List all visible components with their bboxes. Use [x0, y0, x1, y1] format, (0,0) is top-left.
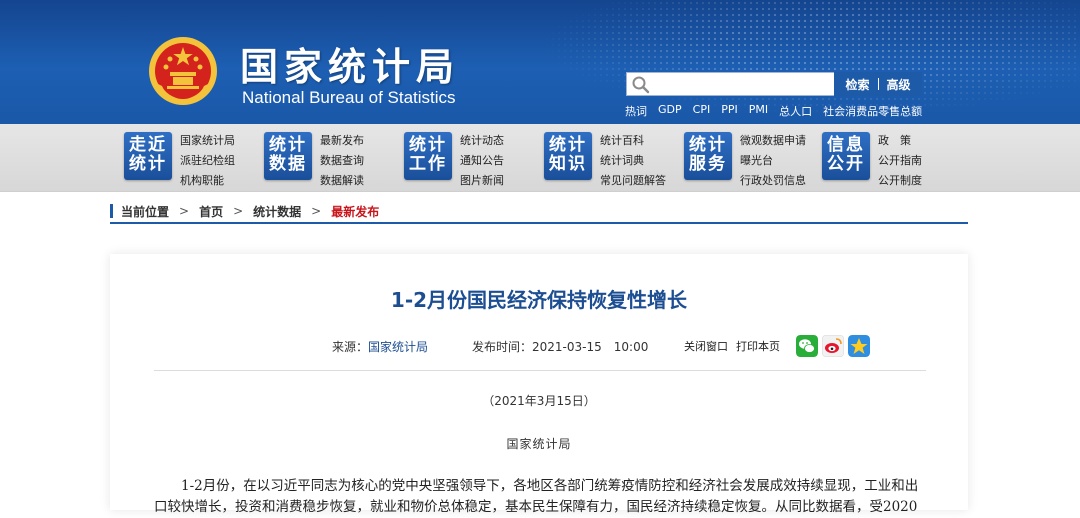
hot-words-label: 热词	[625, 105, 647, 118]
nav-links: 国家统计局 派驻纪检组 机构职能	[180, 131, 235, 191]
nav-link[interactable]: 派驻纪检组	[180, 151, 235, 171]
divider	[154, 370, 926, 371]
nav-badge-line: 工作	[409, 154, 447, 174]
nav-link[interactable]: 最新发布	[320, 131, 364, 151]
national-emblem-icon	[149, 37, 217, 105]
nav-link[interactable]: 行政处罚信息	[740, 171, 806, 191]
nav-badge-line: 知识	[549, 154, 587, 174]
main-nav: 走近 统计 国家统计局 派驻纪检组 机构职能 统计 数据 最新发布 数据查询 数…	[0, 124, 1080, 192]
hot-word-link[interactable]: 总人口	[779, 103, 812, 119]
nav-link[interactable]: 统计百科	[600, 131, 666, 151]
source-link[interactable]: 国家统计局	[368, 340, 428, 354]
search-input[interactable]	[655, 74, 829, 94]
nav-links: 微观数据申请 曝光台 行政处罚信息	[740, 131, 806, 191]
search-icon	[632, 76, 650, 94]
nav-link[interactable]: 公开制度	[878, 171, 922, 191]
site-title: 国家统计局	[240, 45, 461, 89]
nav-link[interactable]: 政 策	[878, 131, 922, 151]
wechat-icon[interactable]	[796, 335, 818, 357]
nav-badge-line: 统计	[409, 135, 447, 155]
nav-badge[interactable]: 统计 知识	[544, 132, 592, 180]
article-author: 国家统计局	[506, 437, 572, 451]
nav-badge[interactable]: 统计 数据	[264, 132, 312, 180]
hot-word-link[interactable]: PPI	[721, 103, 738, 119]
nav-badge-line: 统计	[129, 154, 167, 174]
nav-link[interactable]: 机构职能	[180, 171, 235, 191]
chevron-right-icon: >	[233, 204, 244, 218]
nav-badge-line: 数据	[269, 154, 307, 174]
publish-time: 2021-03-15 10:00	[532, 340, 649, 354]
nav-badge-line: 公开	[827, 154, 865, 174]
nav-badge[interactable]: 信息 公开	[822, 132, 870, 180]
advanced-search-button[interactable]: 高级	[887, 76, 911, 93]
nav-link[interactable]: 微观数据申请	[740, 131, 806, 151]
nav-badge-line: 统计	[549, 135, 587, 155]
source-label: 来源：	[332, 340, 369, 354]
site-title-en: National Bureau of Statistics	[242, 88, 456, 107]
search-buttons: 检索 高级	[834, 72, 922, 96]
nav-link[interactable]: 统计动态	[460, 131, 504, 151]
nav-links: 统计百科 统计词典 常见问题解答	[600, 131, 666, 191]
weibo-icon[interactable]	[822, 335, 844, 357]
nav-badge-line: 统计	[269, 135, 307, 155]
search-button[interactable]: 检索	[845, 76, 869, 93]
chevron-right-icon: >	[179, 204, 190, 218]
nav-link[interactable]: 图片新闻	[460, 171, 504, 191]
nav-link[interactable]: 公开指南	[878, 151, 922, 171]
breadcrumb-label: 当前位置	[121, 204, 170, 219]
breadcrumb: 当前位置 > 首页 > 统计数据 > 最新发布	[110, 200, 968, 224]
time-label: 发布时间：	[472, 340, 533, 354]
qzone-icon[interactable]	[848, 335, 870, 357]
nav-badge[interactable]: 走近 统计	[124, 132, 172, 180]
nav-link[interactable]: 通知公告	[460, 151, 504, 171]
article-card: 1-2月份国民经济保持恢复性增长 来源：国家统计局 发布时间：2021-03-1…	[110, 254, 968, 515]
hot-word-link[interactable]: CPI	[693, 103, 711, 119]
breadcrumb-home[interactable]: 首页	[199, 203, 223, 220]
article-time: 发布时间：2021-03-15 10:00	[472, 338, 648, 355]
nav-links: 政 策 公开指南 公开制度	[878, 131, 922, 191]
chevron-right-icon: >	[311, 204, 322, 218]
search-bar: 检索 高级	[626, 72, 922, 96]
nav-link[interactable]: 常见问题解答	[600, 171, 666, 191]
nav-links: 统计动态 通知公告 图片新闻	[460, 131, 504, 191]
close-window-button[interactable]: 关闭窗口	[684, 338, 728, 354]
article-paragraph: 1-2月份，在以习近平同志为核心的党中央坚强领导下，各地区各部门统筹疫情防控和经…	[154, 478, 919, 515]
nav-badge-line: 走近	[129, 135, 167, 155]
search-divider	[877, 78, 879, 90]
hot-word-link[interactable]: GDP	[658, 103, 682, 119]
print-button[interactable]: 打印本页	[736, 338, 780, 354]
nav-badge-line: 信息	[827, 135, 865, 155]
nav-link[interactable]: 数据解读	[320, 171, 364, 191]
nav-badge-line: 统计	[689, 135, 727, 155]
article-source: 来源：国家统计局	[332, 338, 428, 355]
nav-badge-line: 服务	[689, 154, 727, 174]
nav-badge[interactable]: 统计 工作	[404, 132, 452, 180]
nav-links: 最新发布 数据查询 数据解读	[320, 131, 364, 191]
article-title: 1-2月份国民经济保持恢复性增长	[390, 288, 688, 312]
breadcrumb-data[interactable]: 统计数据	[253, 203, 301, 220]
article-date: （2021年3月15日）	[482, 394, 596, 408]
site-header: 国家统计局 National Bureau of Statistics 检索 高…	[0, 0, 1080, 124]
nav-link[interactable]: 统计词典	[600, 151, 666, 171]
hot-words: 热词 GDP CPI PPI PMI 总人口 社会消费品零售总额	[625, 103, 922, 119]
nav-link[interactable]: 数据查询	[320, 151, 364, 171]
nav-link[interactable]: 曝光台	[740, 151, 806, 171]
breadcrumb-current[interactable]: 最新发布	[331, 203, 379, 220]
hot-word-link[interactable]: 社会消费品零售总额	[823, 103, 922, 119]
nav-link[interactable]: 国家统计局	[180, 131, 235, 151]
nav-badge[interactable]: 统计 服务	[684, 132, 732, 180]
breadcrumb-marker	[110, 204, 113, 218]
hot-word-link[interactable]: PMI	[749, 103, 768, 119]
